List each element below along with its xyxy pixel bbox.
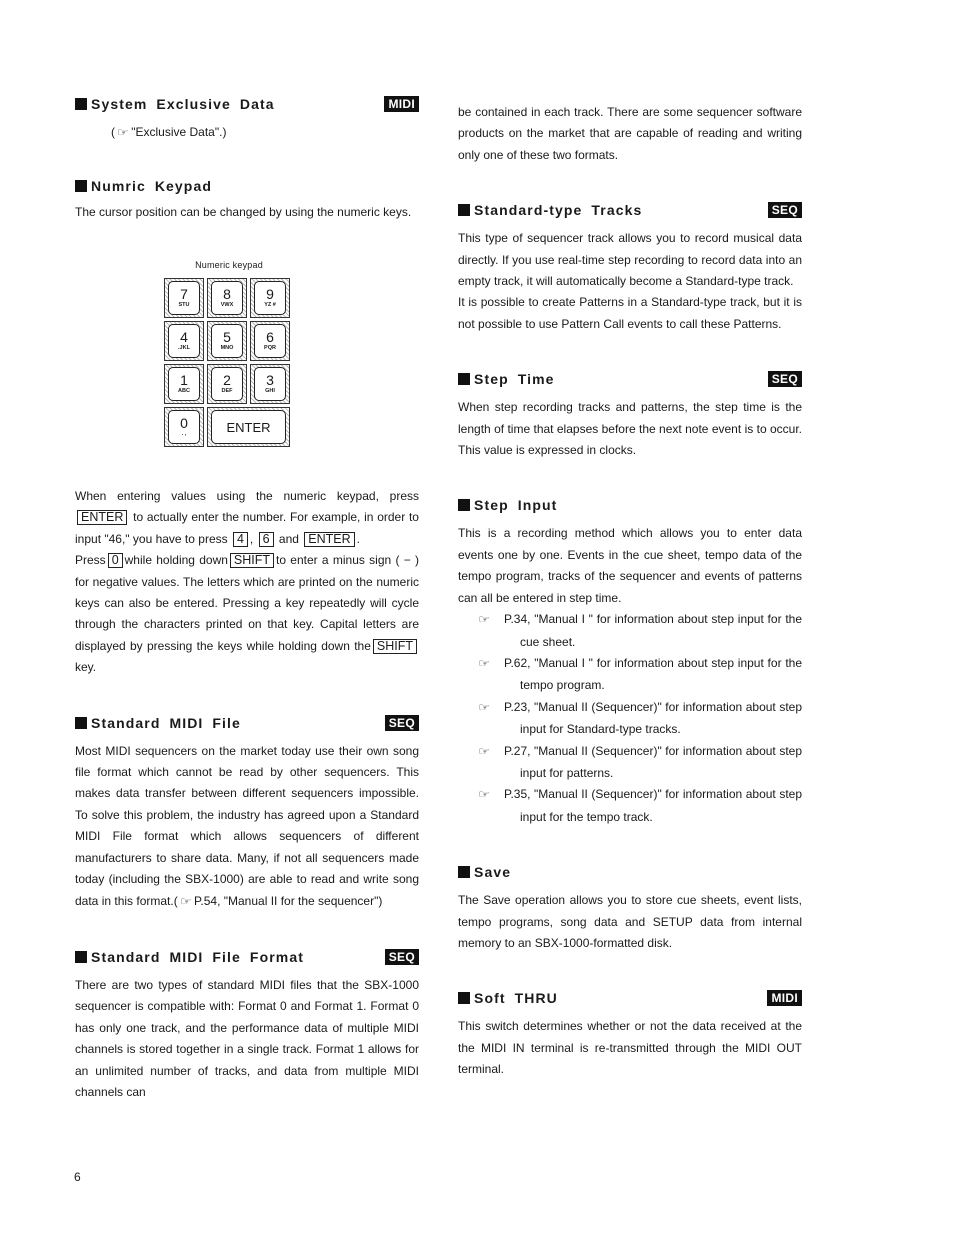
bullet-square-icon [458, 499, 470, 512]
right-column: be contained in each track. There are so… [458, 102, 802, 1081]
section-heading: Soft THRU MIDI [458, 988, 802, 1008]
keypad-key-6: 6 PQR [250, 321, 290, 361]
keypad-key-5: 5 MNO [207, 321, 247, 361]
section-heading: System Exclusive Data MIDI [75, 94, 419, 114]
keypad-key-1: 1 ABC [164, 364, 204, 404]
key-0-label: 0 [107, 553, 123, 569]
midi-badge: MIDI [767, 990, 802, 1007]
section-standard-midi-file-format: Standard MIDI File Format SEQ There are … [75, 947, 419, 1103]
page-number: 6 [74, 1170, 81, 1184]
paragraph-keypad-usage: When entering values using the numeric k… [75, 489, 419, 547]
section-heading: Standard MIDI File Format SEQ [75, 947, 419, 967]
section-title: Standard MIDI File Format [91, 948, 304, 965]
section-title: Step Time [474, 371, 555, 388]
bullet-square-icon [458, 373, 470, 386]
key-4-label: 4 [232, 531, 248, 547]
bullet-square-icon [458, 992, 470, 1005]
paragraph: The cursor position can be changed by us… [75, 205, 412, 220]
reference-item: ☞ P.62, "Manual I " for information about… [478, 655, 802, 693]
bullet-square-icon [75, 180, 87, 193]
reference-item: ☞ P.23, "Manual II (Sequencer)" for infor… [478, 699, 802, 737]
section-title: Save [474, 864, 512, 881]
section-heading: Standard MIDI File SEQ [75, 713, 419, 733]
section-heading: Standard-type Tracks SEQ [458, 200, 802, 220]
paragraph: This type of sequencer track allows you … [458, 231, 802, 289]
paragraph: Most MIDI sequencers on the market today… [75, 741, 419, 913]
section-step-time: Step Time SEQ When step recording tracks… [458, 369, 802, 461]
keypad-key-0: 0. , [164, 407, 204, 447]
keypad-key-2: 2 DEF [207, 364, 247, 404]
section-heading: Numric Keypad [75, 176, 419, 196]
midi-badge: MIDI [384, 96, 419, 112]
enter-key-label: ENTER [77, 510, 128, 526]
section-standard-midi-file: Standard MIDI File SEQ Most MIDI sequenc… [75, 713, 419, 913]
bullet-square-icon [458, 866, 470, 879]
keypad-key-4: 4 .JKL [164, 321, 204, 361]
paragraph-continued: be contained in each track. There are so… [458, 105, 802, 162]
keypad-row: 0. , ENTER [164, 407, 294, 447]
seq-badge: SEQ [384, 714, 419, 731]
seq-badge: SEQ [767, 371, 802, 388]
paragraph: The Save operation allows you to store c… [458, 893, 802, 950]
keypad-key-9: 9 YZ # [250, 278, 290, 318]
section-standard-type-tracks: Standard-type Tracks SEQ This type of se… [458, 200, 802, 335]
section-heading: Save [458, 862, 802, 882]
bullet-square-icon [75, 716, 87, 729]
section-save: Save The Save operation allows you to st… [458, 862, 802, 954]
paragraph: This switch determines whether or not th… [458, 1019, 802, 1077]
bullet-square-icon [75, 950, 87, 963]
bullet-square-icon [75, 98, 87, 110]
section-title: Standard-type Tracks [474, 202, 643, 219]
pointing-hand-icon: ☞ [180, 895, 192, 908]
seq-badge: SEQ [384, 948, 419, 965]
paragraph-shift-usage: Press 0 while holding down SHIFT to enter a … [75, 553, 419, 675]
enter-key-label: ENTER [304, 531, 355, 547]
keypad-row: 1 ABC 2 DEF 3 GHI [164, 364, 294, 404]
section-system-exclusive: System Exclusive Data MIDI ( ☞ "Exclusive… [75, 94, 419, 144]
paragraph: This is a recording method which allows … [458, 526, 802, 605]
keypad-key-8: 8 VWX [207, 278, 247, 318]
paragraph: It is possible to create Patterns in a S… [458, 295, 802, 331]
section-soft-thru: Soft THRU MIDI This switch determines wh… [458, 988, 802, 1080]
section-heading: Step Time SEQ [458, 369, 802, 389]
numeric-keypad-figure: Numeric keypad 7 STU 8 VWX 9 YZ # 4 .JKL 5 MN… [164, 260, 294, 450]
keypad-row: 4 .JKL 5 MNO 6 PQR [164, 321, 294, 361]
left-column: System Exclusive Data MIDI ( ☞ "Exclusive… [75, 94, 419, 224]
paragraph: When step recording tracks and patterns,… [458, 400, 802, 458]
key-6-label: 6 [258, 531, 274, 547]
reference-item: ☞ P.35, "Manual II (Sequencer)" for infor… [478, 787, 802, 824]
section-numeric-keypad: Numric Keypad The cursor position can be… [75, 176, 419, 223]
keypad-key-3: 3 GHI [250, 364, 290, 404]
keypad-key-7: 7 STU [164, 278, 204, 318]
section-title: Soft THRU [474, 990, 558, 1007]
bullet-square-icon [458, 204, 470, 217]
pointing-hand-icon: ☞ [117, 127, 130, 139]
shift-key-label: SHIFT [229, 553, 275, 569]
shift-key-label: SHIFT [372, 638, 417, 654]
figure-caption: Numeric keypad [195, 260, 263, 270]
keypad-key-enter: ENTER [207, 407, 290, 447]
left-column-lower: When entering values using the numeric k… [75, 486, 419, 1103]
cross-reference: ( ☞ "Exclusive Data".) [111, 122, 419, 144]
section-title: Standard MIDI File [91, 714, 241, 731]
section-heading: Step Input [458, 495, 802, 515]
keypad-row: 7 STU 8 VWX 9 YZ # [164, 278, 294, 318]
section-title: Numric Keypad [91, 178, 212, 195]
reference-item: ☞ P.27, "Manual II (Sequencer)" for infor… [478, 743, 802, 780]
section-title: Step Input [474, 497, 558, 514]
paragraph: There are two types of standard MIDI fil… [75, 977, 419, 1099]
reference-item: ☞ P.34, "Manual I " for information about… [478, 612, 802, 649]
seq-badge: SEQ [767, 202, 802, 219]
section-title: System Exclusive Data [91, 96, 275, 112]
section-step-input: Step Input This is a recording method wh… [458, 495, 802, 828]
